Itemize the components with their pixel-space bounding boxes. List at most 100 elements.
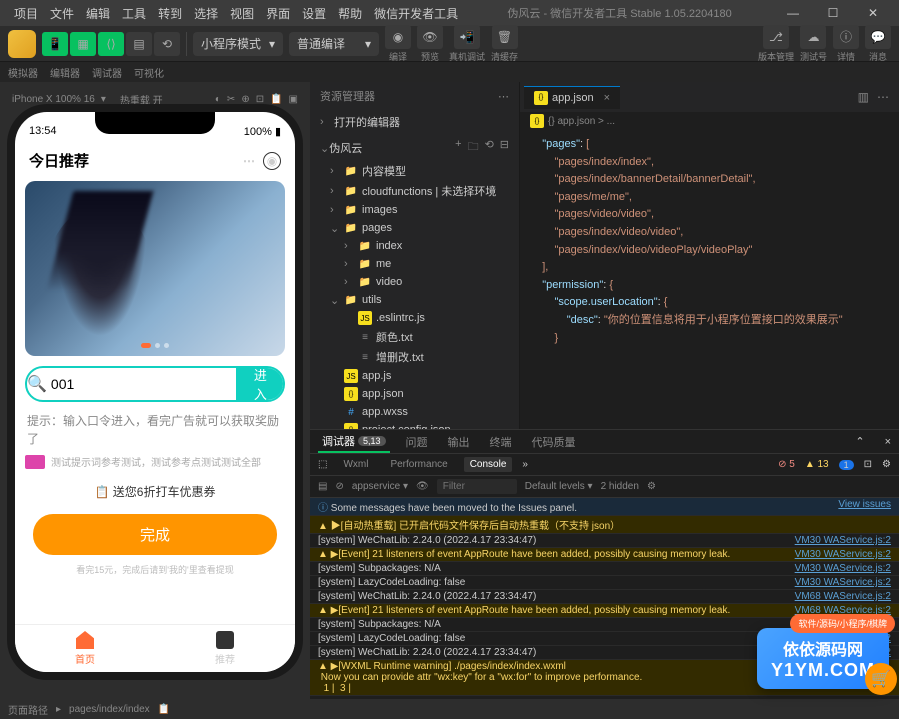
menu-设置[interactable]: 设置: [296, 3, 332, 24]
code-content[interactable]: "pages": [ "pages/index/index", "pages/i…: [520, 130, 899, 429]
close-button[interactable]: ✕: [855, 0, 891, 26]
tree-index[interactable]: ›📁index: [310, 237, 519, 255]
split-icon[interactable]: ▥: [858, 90, 869, 104]
filter-input[interactable]: [437, 479, 517, 494]
mode-dropdown[interactable]: 小程序模式▾: [193, 32, 283, 56]
devtools-settings-icon[interactable]: ⚙: [882, 459, 891, 470]
tree-.eslintrc.js[interactable]: JS.eslintrc.js: [310, 309, 519, 327]
menu-界面[interactable]: 界面: [260, 3, 296, 24]
subtool-模拟器[interactable]: 模拟器: [8, 65, 38, 80]
tree-app.json[interactable]: {}app.json: [310, 385, 519, 403]
menu-文件[interactable]: 文件: [44, 3, 80, 24]
devtools-up-icon[interactable]: ⌃: [855, 435, 864, 448]
minimize-button[interactable]: —: [775, 0, 811, 26]
more-icon[interactable]: ⋯: [243, 154, 255, 168]
tab-recommend[interactable]: 推荐: [155, 625, 295, 672]
debugger-toggle[interactable]: ⟨⟩: [98, 32, 124, 56]
code-input[interactable]: [47, 368, 236, 400]
menu-转到[interactable]: 转到: [152, 3, 188, 24]
maximize-button[interactable]: ☐: [815, 0, 851, 26]
tree-project.config.json[interactable]: {}project.config.json: [310, 421, 519, 429]
tab-home[interactable]: 首页: [15, 625, 155, 672]
tree-颜色.txt[interactable]: ≡颜色.txt: [310, 327, 519, 347]
new-folder-icon[interactable]: 🗀: [468, 138, 479, 157]
menu-项目[interactable]: 项目: [8, 3, 44, 24]
path-value[interactable]: pages/index/index: [69, 704, 150, 715]
tree-内容模型[interactable]: ›📁内容模型: [310, 161, 519, 181]
menu-选择[interactable]: 选择: [188, 3, 224, 24]
live-icon[interactable]: 👁: [416, 481, 429, 492]
tree-utils[interactable]: ⌄📁utils: [310, 291, 519, 309]
tree-增删改.txt[interactable]: ≡增删改.txt: [310, 347, 519, 367]
tree-images[interactable]: ›📁images: [310, 201, 519, 219]
devtab-终端[interactable]: 终端: [486, 432, 516, 452]
tree-me[interactable]: ›📁me: [310, 255, 519, 273]
breadcrumb[interactable]: {}{} app.json > ...: [520, 112, 899, 130]
tree-video[interactable]: ›📁video: [310, 273, 519, 291]
subtool-可视化[interactable]: 可视化: [134, 65, 164, 80]
tree-app.wxss[interactable]: #app.wxss: [310, 403, 519, 421]
sidebar-toggle-icon[interactable]: ▤: [318, 481, 327, 492]
devtab-输出[interactable]: 输出: [444, 432, 474, 452]
preview-button[interactable]: 👁: [417, 25, 443, 49]
menu-微信开发者工具[interactable]: 微信开发者工具: [368, 3, 464, 24]
editor-toggle[interactable]: ▦: [70, 32, 96, 56]
collapse-icon[interactable]: ⊟: [500, 138, 509, 157]
visual-toggle[interactable]: ▤: [126, 32, 152, 56]
menu-视图[interactable]: 视图: [224, 3, 260, 24]
refresh-icon[interactable]: ⟲: [154, 32, 180, 56]
menu-编辑[interactable]: 编辑: [80, 3, 116, 24]
sim-tool-icon[interactable]: ✂: [227, 94, 235, 105]
hot-reload-toggle[interactable]: 热重载 开: [120, 92, 163, 107]
sim-tool-icon[interactable]: ▣: [289, 94, 298, 105]
new-file-icon[interactable]: +: [455, 138, 461, 157]
editor-more-icon[interactable]: ⋯: [877, 90, 889, 104]
done-button[interactable]: 完成: [33, 514, 277, 555]
target-icon[interactable]: ◉: [263, 152, 281, 170]
editor-tab-appjson[interactable]: {}app.json×: [524, 86, 620, 109]
sim-tool-icon[interactable]: ◐: [215, 94, 221, 105]
sim-tool-icon[interactable]: ⊡: [256, 94, 264, 105]
version-button[interactable]: ⎇: [763, 25, 789, 49]
tab-performance[interactable]: Performance: [384, 457, 453, 472]
open-editors-section[interactable]: ›打开的编辑器: [310, 110, 519, 134]
enter-button[interactable]: 进入: [236, 368, 285, 400]
test-button[interactable]: ☁: [800, 25, 826, 49]
devtab-代码质量[interactable]: 代码质量: [528, 432, 580, 452]
context-dropdown[interactable]: appservice ▾: [352, 481, 408, 492]
tree-cloudfunctions | 未选择环境[interactable]: ›📁cloudfunctions | 未选择环境: [310, 181, 519, 201]
compile-button[interactable]: ◉: [385, 25, 411, 49]
banner-image[interactable]: [25, 181, 285, 356]
hidden-count[interactable]: 2 hidden: [601, 481, 639, 492]
sim-tool-icon[interactable]: 📋: [270, 94, 282, 105]
view-issues-link[interactable]: View issues: [838, 499, 891, 514]
subtool-调试器[interactable]: 调试器: [92, 65, 122, 80]
levels-dropdown[interactable]: Default levels ▾: [525, 481, 593, 492]
tab-wxml[interactable]: Wxml: [337, 457, 374, 472]
detail-button[interactable]: ⓘ: [833, 25, 859, 49]
sim-tool-icon[interactable]: ⊕: [241, 94, 249, 105]
message-button[interactable]: 💬: [865, 25, 891, 49]
device-selector[interactable]: iPhone X 100% 16: [12, 94, 95, 105]
console-settings-icon[interactable]: ⚙: [647, 481, 656, 492]
explorer-more-icon[interactable]: ⋯: [498, 90, 509, 103]
clear-cache-button[interactable]: 🗑: [492, 25, 518, 49]
devtools-dock-icon[interactable]: ⊡: [864, 459, 872, 470]
refresh-icon[interactable]: ⟲: [485, 138, 494, 157]
tree-app.js[interactable]: JSapp.js: [310, 367, 519, 385]
subtool-编辑器[interactable]: 编辑器: [50, 65, 80, 80]
devtab-问题[interactable]: 问题: [402, 432, 432, 452]
menu-帮助[interactable]: 帮助: [332, 3, 368, 24]
tree-pages[interactable]: ⌄📁pages: [310, 219, 519, 237]
devtab-调试器[interactable]: 调试器 5,13: [318, 431, 390, 453]
tab-console[interactable]: Console: [464, 457, 513, 472]
real-debug-button[interactable]: 📲: [454, 25, 480, 49]
compile-dropdown[interactable]: 普通编译▾: [289, 32, 379, 56]
menu-工具[interactable]: 工具: [116, 3, 152, 24]
devtools-close-icon[interactable]: ×: [885, 436, 891, 448]
simulator-toggle[interactable]: 📱: [42, 32, 68, 56]
inspect-icon[interactable]: ⬚: [318, 459, 327, 470]
clear-console-icon[interactable]: ⊘: [335, 481, 343, 492]
project-root[interactable]: ⌄伪风云 + 🗀 ⟲ ⊟: [310, 134, 519, 161]
close-tab-icon[interactable]: ×: [604, 92, 610, 104]
